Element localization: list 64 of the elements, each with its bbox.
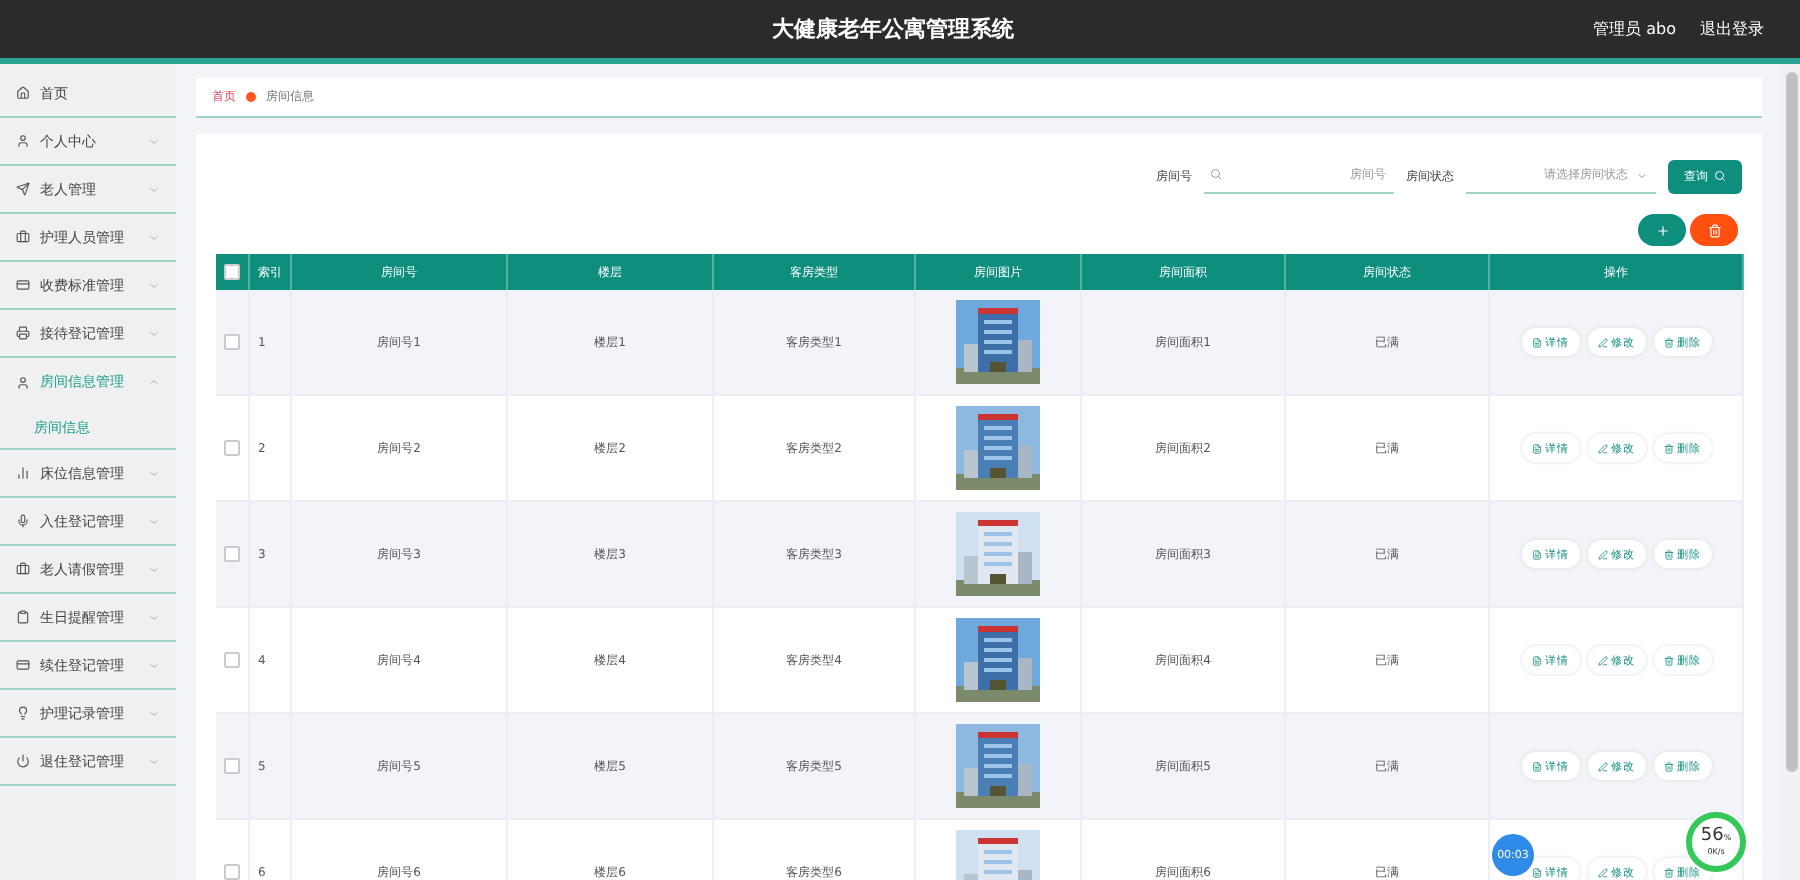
plus-icon bbox=[1655, 223, 1669, 237]
chevron-up-icon bbox=[148, 376, 160, 388]
document-icon bbox=[1531, 337, 1541, 347]
chevron-down-icon bbox=[148, 467, 160, 479]
briefcase-icon bbox=[16, 230, 30, 244]
microphone-icon bbox=[16, 514, 30, 528]
search-icon bbox=[1210, 168, 1222, 180]
pencil-icon bbox=[1597, 867, 1607, 877]
add-button[interactable] bbox=[1638, 214, 1686, 246]
pencil-icon bbox=[1597, 549, 1607, 559]
pencil-icon bbox=[1597, 655, 1607, 665]
checkbox[interactable] bbox=[224, 440, 240, 456]
checkbox[interactable] bbox=[224, 758, 240, 774]
printer-icon bbox=[16, 326, 30, 340]
trash-icon bbox=[1663, 867, 1673, 877]
chevron-down-icon bbox=[148, 707, 160, 719]
trash-icon bbox=[1663, 549, 1673, 559]
pencil-icon bbox=[1597, 443, 1607, 453]
chevron-down-icon bbox=[148, 135, 160, 147]
checkbox[interactable] bbox=[224, 864, 240, 880]
document-icon bbox=[1531, 443, 1541, 453]
clipboard-icon bbox=[16, 610, 30, 624]
user-icon bbox=[16, 134, 30, 148]
trash-icon bbox=[1707, 223, 1721, 237]
chevron-down-icon bbox=[148, 327, 160, 339]
chevron-down-icon bbox=[148, 755, 160, 767]
bar-chart-icon bbox=[16, 466, 30, 480]
briefcase-icon bbox=[16, 562, 30, 576]
power-icon bbox=[16, 754, 30, 768]
logout-link[interactable]: 退出登录 bbox=[1700, 18, 1764, 40]
checkbox[interactable] bbox=[224, 264, 240, 280]
trash-icon bbox=[1663, 761, 1673, 771]
chevron-down-icon bbox=[148, 611, 160, 623]
document-icon bbox=[1531, 867, 1541, 877]
app-title: 大健康老年公寓管理系统 bbox=[769, 14, 1016, 44]
lightbulb-icon bbox=[16, 706, 30, 720]
trash-icon bbox=[1663, 443, 1673, 453]
chevron-down-icon bbox=[148, 659, 160, 671]
user-icon bbox=[16, 375, 30, 389]
chevron-down-icon bbox=[148, 279, 160, 291]
checkbox[interactable] bbox=[224, 652, 240, 668]
chevron-down-icon bbox=[148, 563, 160, 575]
pencil-icon bbox=[1597, 761, 1607, 771]
pencil-icon bbox=[1597, 337, 1607, 347]
card-icon bbox=[16, 278, 30, 292]
paper-plane-icon bbox=[16, 182, 30, 196]
document-icon bbox=[1531, 761, 1541, 771]
trash-icon bbox=[1663, 655, 1673, 665]
checkbox[interactable] bbox=[224, 546, 240, 562]
user-label: 管理员 abo bbox=[1593, 18, 1676, 40]
document-icon bbox=[1531, 549, 1541, 559]
trash-icon bbox=[1663, 337, 1673, 347]
dot-icon bbox=[246, 92, 256, 102]
scrollbar[interactable] bbox=[1782, 64, 1800, 880]
chevron-down-icon bbox=[148, 515, 160, 527]
chevron-down-icon bbox=[148, 183, 160, 195]
delete-button[interactable] bbox=[1690, 214, 1738, 246]
search-icon bbox=[1714, 170, 1726, 182]
document-icon bbox=[1531, 655, 1541, 665]
checkbox[interactable] bbox=[224, 334, 240, 350]
card-icon bbox=[16, 658, 30, 672]
home-icon bbox=[16, 86, 30, 100]
chevron-down-icon bbox=[1636, 169, 1648, 181]
chevron-down-icon bbox=[148, 231, 160, 243]
